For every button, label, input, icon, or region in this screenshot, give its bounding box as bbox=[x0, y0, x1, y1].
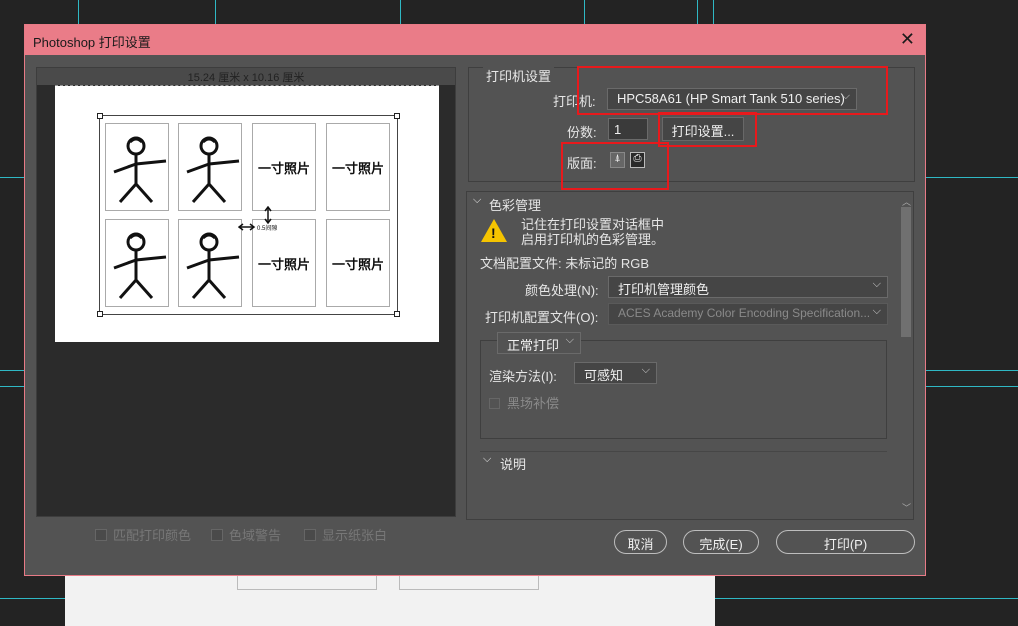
black-point-checkbox[interactable]: 黑场补偿 bbox=[489, 393, 559, 412]
paper-sheet: 一寸照片 一寸照片 一寸照片 一寸照片 0.5间隙 bbox=[55, 85, 439, 342]
stick-figure-photo bbox=[105, 123, 169, 211]
gamut-warning-checkbox[interactable]: 色域警告 bbox=[211, 525, 281, 544]
paper-size-label: 15.24 厘米 x 10.16 厘米 bbox=[187, 72, 305, 84]
vertical-scrollbar[interactable]: ︿ ﹀ bbox=[900, 195, 912, 515]
highlight-layout bbox=[561, 142, 669, 190]
print-area[interactable]: 一寸照片 一寸照片 一寸照片 一寸照片 0.5间隙 bbox=[97, 113, 400, 317]
resize-handle[interactable] bbox=[97, 113, 103, 119]
color-management-title[interactable]: 色彩管理 bbox=[489, 195, 541, 214]
collapse-icon[interactable]: ⌵ bbox=[473, 194, 481, 207]
divider bbox=[480, 451, 887, 452]
show-paper-white-checkbox[interactable]: 显示纸张白 bbox=[304, 525, 387, 544]
color-handling-label: 颜色处理(N): bbox=[525, 283, 599, 298]
highlight-printer bbox=[577, 66, 888, 115]
photo-placeholder: 一寸照片 bbox=[252, 123, 316, 211]
cancel-button[interactable]: 取消 bbox=[614, 530, 667, 554]
printer-profile-select[interactable]: ACES Academy Color Encoding Specificatio… bbox=[608, 303, 888, 325]
printer-profile-label: 打印机配置文件(O): bbox=[485, 310, 599, 325]
print-settings-dialog: Photoshop 打印设置 ✕ 15.24 厘米 x 10.16 厘米 一寸照… bbox=[24, 24, 926, 576]
done-button[interactable]: 完成(E) bbox=[683, 530, 759, 554]
stick-figure-photo bbox=[178, 219, 242, 307]
print-preview: 15.24 厘米 x 10.16 厘米 一寸照片 一寸照片 一寸照片 一寸照片 … bbox=[36, 67, 456, 517]
printer-settings-title: 打印机设置 bbox=[483, 66, 555, 85]
title-bar: Photoshop 打印设置 ✕ bbox=[25, 25, 925, 55]
gap-label: 0.5间隙 bbox=[257, 226, 278, 232]
color-handling-select[interactable]: 打印机管理颜色 ⌵ bbox=[608, 276, 888, 298]
close-icon[interactable]: ✕ bbox=[900, 29, 915, 50]
warning-text-2: 启用打印机的色彩管理。 bbox=[521, 232, 665, 247]
resize-handle[interactable] bbox=[97, 311, 103, 317]
render-label: 渲染方法(I): bbox=[489, 369, 557, 384]
print-intent-group bbox=[480, 340, 887, 439]
print-button[interactable]: 打印(P) bbox=[776, 530, 915, 554]
photo-placeholder: 一寸照片 bbox=[326, 219, 390, 307]
resize-handle[interactable] bbox=[394, 311, 400, 317]
normal-print-select[interactable]: 正常打印 ⌵ bbox=[497, 332, 581, 354]
copies-label: 份数: bbox=[567, 125, 597, 140]
stick-figure-photo bbox=[178, 123, 242, 211]
document-profile: 文档配置文件: 未标记的 RGB bbox=[480, 256, 650, 271]
highlight-print-settings bbox=[658, 112, 757, 147]
background-document bbox=[65, 570, 715, 626]
collapse-icon[interactable]: ⌵ bbox=[483, 453, 491, 466]
render-intent-select[interactable]: 可感知 ⌵ bbox=[574, 362, 657, 384]
scroll-down-icon[interactable]: ﹀ bbox=[902, 501, 911, 514]
description-title[interactable]: 说明 bbox=[500, 454, 526, 473]
stick-figure-photo bbox=[105, 219, 169, 307]
photo-placeholder: 一寸照片 bbox=[326, 123, 390, 211]
scrollbar-thumb[interactable] bbox=[901, 207, 911, 337]
resize-handle[interactable] bbox=[394, 113, 400, 119]
match-print-colors-checkbox[interactable]: 匹配打印颜色 bbox=[95, 525, 191, 544]
copies-field[interactable]: 1 bbox=[608, 118, 648, 140]
dialog-title: Photoshop 打印设置 bbox=[33, 35, 151, 50]
color-management-panel[interactable]: ⌵ 色彩管理 ! 记住在打印设置对话框中 启用打印机的色彩管理。 文档配置文件:… bbox=[466, 191, 914, 520]
warning-icon: ! bbox=[481, 219, 507, 242]
